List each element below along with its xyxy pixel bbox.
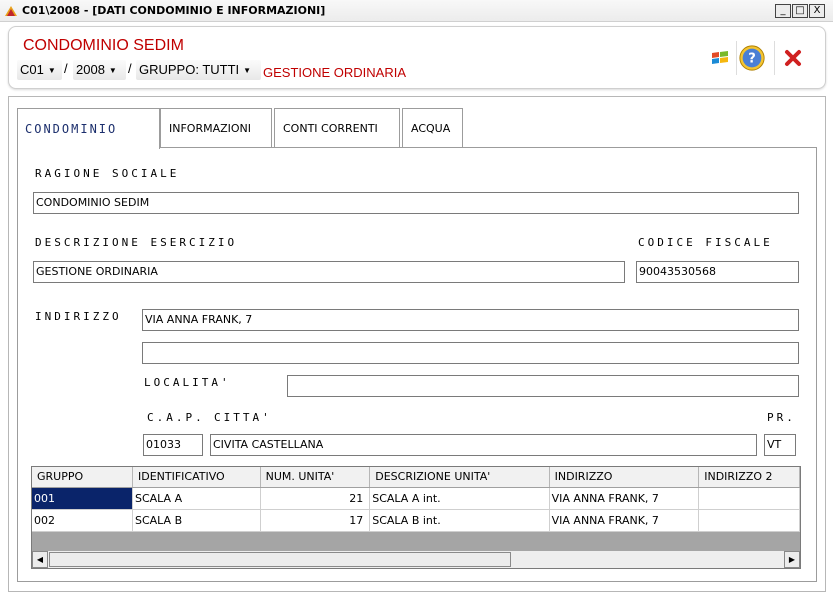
close-button[interactable] bbox=[779, 39, 807, 77]
grid-cell[interactable]: SCALA B bbox=[132, 509, 261, 532]
cap-label: C.A.P. bbox=[147, 411, 205, 424]
window-title: C01\2008 - [DATI CONDOMINIO E INFORMAZIO… bbox=[22, 4, 326, 17]
indirizzo-label: INDIRIZZO bbox=[35, 310, 122, 323]
gestione-label: GESTIONE ORDINARIA bbox=[263, 65, 407, 80]
grid-table: GRUPPO IDENTIFICATIVO NUM. UNITA' DESCRI… bbox=[32, 467, 800, 532]
tab-informazioni[interactable]: INFORMAZIONI bbox=[160, 108, 272, 148]
windows-logo-icon bbox=[712, 51, 728, 64]
condominio-value: C01 bbox=[20, 62, 44, 77]
chevron-down-icon: ▼ bbox=[108, 66, 117, 75]
ragione-sociale-field[interactable]: CONDOMINIO SEDIM bbox=[33, 192, 799, 214]
cap-field[interactable]: 01033 bbox=[143, 434, 203, 456]
help-button[interactable]: ? bbox=[738, 39, 766, 77]
column-header[interactable]: IDENTIFICATIVO bbox=[132, 467, 261, 488]
toolbar-divider bbox=[774, 41, 775, 75]
gruppo-value: GRUPPO: TUTTI bbox=[139, 62, 240, 77]
tab-acqua[interactable]: ACQUA bbox=[402, 108, 463, 148]
column-header[interactable]: GRUPPO bbox=[32, 467, 133, 488]
column-header[interactable]: INDIRIZZO 2 bbox=[698, 467, 800, 488]
scroll-right-button[interactable]: ▶ bbox=[784, 551, 800, 568]
header-panel: CONDOMINIO SEDIM C01 ▼ / 2008 ▼ / GRUPPO: … bbox=[8, 26, 826, 89]
descrizione-esercizio-field[interactable]: GESTIONE ORDINARIA bbox=[33, 261, 625, 283]
indirizzo-field-2[interactable] bbox=[142, 342, 799, 364]
localita-field[interactable] bbox=[287, 375, 799, 397]
citta-label: CITTA' bbox=[214, 411, 272, 424]
grid-cell[interactable]: VIA ANNA FRANK, 7 bbox=[549, 509, 700, 532]
indirizzo-field-1[interactable]: VIA ANNA FRANK, 7 bbox=[142, 309, 799, 331]
codice-fiscale-label: CODICE FISCALE bbox=[638, 236, 773, 249]
tab-conti-correnti[interactable]: CONTI CORRENTI bbox=[274, 108, 400, 148]
chevron-down-icon: ▼ bbox=[47, 66, 56, 75]
column-header[interactable]: NUM. UNITA' bbox=[260, 467, 371, 488]
unita-grid: GRUPPO IDENTIFICATIVO NUM. UNITA' DESCRI… bbox=[31, 466, 801, 569]
column-header[interactable]: INDIRIZZO bbox=[549, 467, 700, 488]
tab-condominio[interactable]: CONDOMINIO bbox=[17, 108, 160, 149]
company-name: CONDOMINIO SEDIM bbox=[23, 37, 184, 54]
grid-header-row: GRUPPO IDENTIFICATIVO NUM. UNITA' DESCRI… bbox=[32, 467, 800, 488]
table-row[interactable]: 001 SCALA A 21 SCALA A int. VIA ANNA FRA… bbox=[32, 487, 800, 510]
table-row[interactable]: 002 SCALA B 17 SCALA B int. VIA ANNA FRA… bbox=[32, 509, 800, 532]
localita-label: LOCALITA' bbox=[144, 376, 231, 389]
grid-cell[interactable]: VIA ANNA FRANK, 7 bbox=[549, 487, 700, 510]
condominio-selector[interactable]: C01 ▼ bbox=[17, 60, 62, 80]
grid-cell[interactable]: SCALA B int. bbox=[369, 509, 550, 532]
codice-fiscale-field[interactable]: 90043530568 bbox=[636, 261, 799, 283]
gruppo-selector[interactable]: GRUPPO: TUTTI ▼ bbox=[136, 60, 261, 80]
column-header[interactable]: DESCRIZIONE UNITA' bbox=[369, 467, 550, 488]
pr-label: PR. bbox=[767, 411, 796, 424]
grid-cell[interactable] bbox=[698, 487, 800, 510]
scroll-left-button[interactable]: ◀ bbox=[32, 551, 48, 568]
horizontal-scrollbar[interactable]: ◀ ▶ bbox=[32, 551, 800, 568]
close-icon bbox=[785, 50, 801, 66]
grid-cell[interactable]: 002 bbox=[32, 509, 133, 532]
year-value: 2008 bbox=[76, 62, 105, 77]
grid-cell[interactable]: SCALA A int. bbox=[369, 487, 550, 510]
grid-cell[interactable]: 17 bbox=[260, 509, 371, 532]
ragione-sociale-label: RAGIONE SOCIALE bbox=[35, 167, 180, 180]
close-window-button[interactable]: X bbox=[809, 4, 825, 18]
scrollbar-thumb[interactable] bbox=[49, 552, 511, 567]
windows-button[interactable] bbox=[706, 39, 734, 77]
descrizione-esercizio-label: DESCRIZIONE ESERCIZIO bbox=[35, 236, 238, 249]
toolbar-divider bbox=[736, 41, 737, 75]
separator: / bbox=[128, 61, 132, 76]
help-icon: ? bbox=[739, 45, 765, 71]
maximize-button[interactable]: □ bbox=[792, 4, 808, 18]
citta-field[interactable]: CIVITA CASTELLANA bbox=[210, 434, 757, 456]
minimize-button[interactable]: _ bbox=[775, 4, 791, 18]
title-bar: C01\2008 - [DATI CONDOMINIO E INFORMAZIO… bbox=[0, 0, 833, 22]
grid-cell[interactable] bbox=[698, 509, 800, 532]
grid-cell[interactable]: 001 bbox=[32, 487, 133, 510]
separator: / bbox=[64, 61, 68, 76]
app-icon bbox=[5, 6, 17, 16]
grid-cell[interactable]: 21 bbox=[260, 487, 371, 510]
chevron-down-icon: ▼ bbox=[243, 66, 252, 75]
grid-cell[interactable]: SCALA A bbox=[132, 487, 261, 510]
pr-field[interactable]: VT bbox=[764, 434, 796, 456]
year-selector[interactable]: 2008 ▼ bbox=[73, 60, 126, 80]
svg-text:?: ? bbox=[748, 52, 756, 67]
